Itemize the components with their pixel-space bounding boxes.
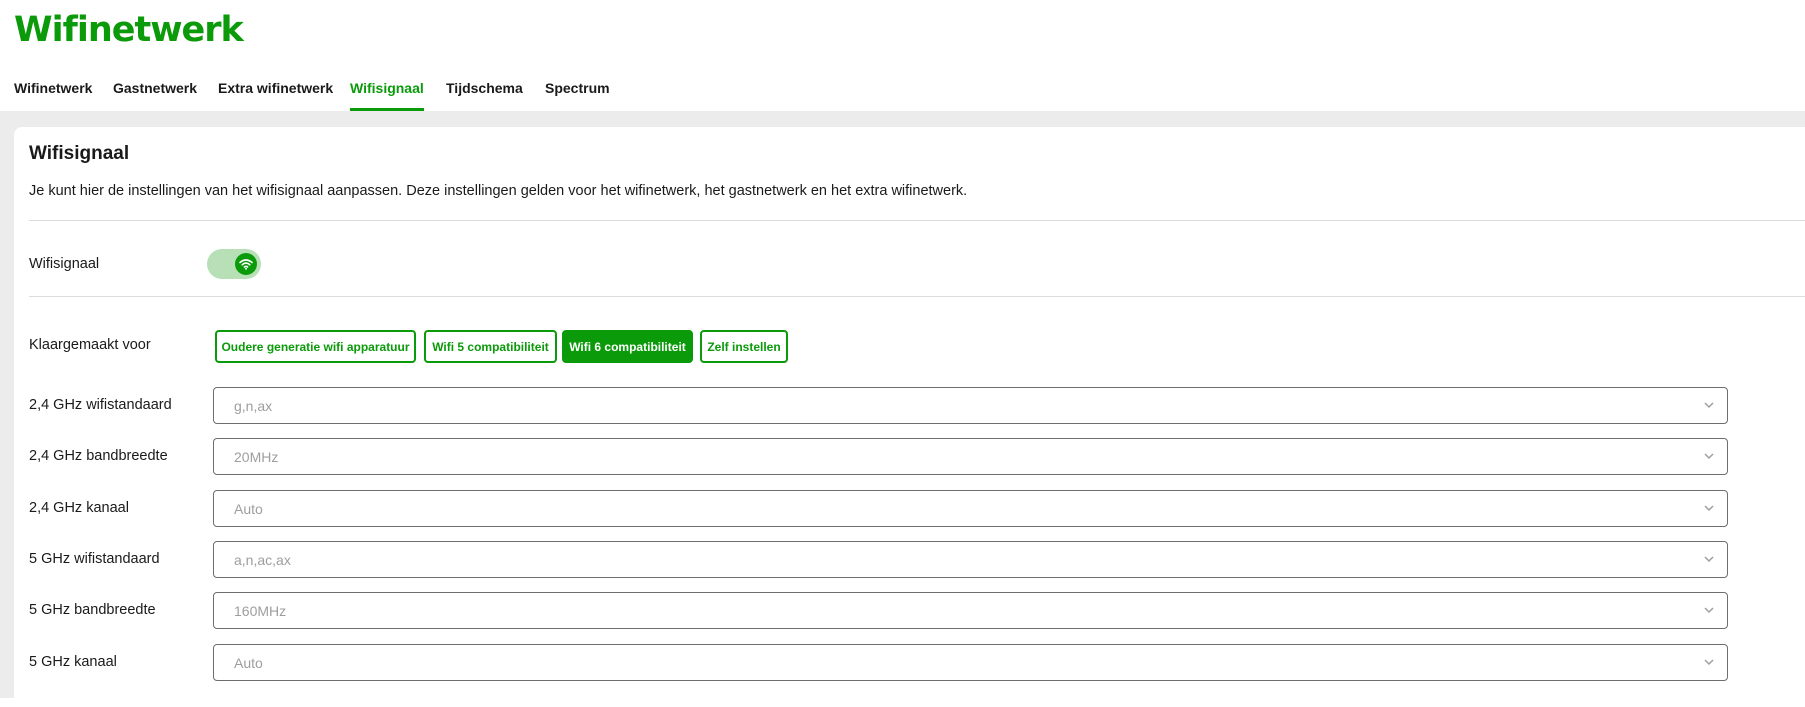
24ghz-channel-select[interactable]: Auto	[213, 490, 1728, 527]
chevron-down-icon	[1704, 607, 1714, 614]
page-title: Wifinetwerk	[14, 10, 244, 50]
setting-label: 5 GHz wifistandaard	[29, 551, 160, 567]
tab-extra-wifinetwerk[interactable]: Extra wifinetwerk	[218, 80, 333, 111]
tab-bar: Wifinetwerk Gastnetwerk Extra wifinetwer…	[0, 72, 1805, 111]
preset-wifi5-button[interactable]: Wifi 5 compatibiliteit	[424, 330, 557, 363]
chevron-down-icon	[1704, 453, 1714, 460]
5ghz-channel-select[interactable]: Auto	[213, 644, 1728, 681]
preset-wifi6-button[interactable]: Wifi 6 compatibiliteit	[562, 330, 693, 363]
5ghz-standard-select[interactable]: a,n,ac,ax	[213, 541, 1728, 578]
wifi-icon	[239, 259, 253, 270]
card-title: Wifisignaal	[29, 143, 130, 164]
select-value: 20MHz	[234, 449, 279, 465]
toggle-knob	[235, 253, 257, 275]
setting-label: 2,4 GHz wifistandaard	[29, 397, 172, 413]
setting-label: 5 GHz kanaal	[29, 654, 117, 670]
wifi-signal-toggle[interactable]	[207, 249, 261, 279]
5ghz-bandwidth-select[interactable]: 160MHz	[213, 592, 1728, 629]
divider	[29, 296, 1805, 297]
chevron-down-icon	[1704, 505, 1714, 512]
preset-custom-button[interactable]: Zelf instellen	[700, 330, 788, 363]
setting-label: 2,4 GHz kanaal	[29, 500, 129, 516]
card-description: Je kunt hier de instellingen van het wif…	[29, 183, 968, 199]
preset-older-generation-button[interactable]: Oudere generatie wifi apparatuur	[215, 330, 416, 363]
wifi-signal-label: Wifisignaal	[29, 256, 100, 272]
24ghz-standard-select[interactable]: g,n,ax	[213, 387, 1728, 424]
chevron-down-icon	[1704, 659, 1714, 666]
tab-tijdschema[interactable]: Tijdschema	[446, 80, 523, 111]
select-value: a,n,ac,ax	[234, 552, 291, 568]
select-value: Auto	[234, 501, 263, 517]
tab-gastnetwerk[interactable]: Gastnetwerk	[113, 80, 197, 111]
setting-label: 2,4 GHz bandbreedte	[29, 448, 168, 464]
select-value: 160MHz	[234, 603, 287, 619]
tab-spectrum[interactable]: Spectrum	[545, 80, 610, 111]
chevron-down-icon	[1704, 556, 1714, 563]
tab-wifisignaal[interactable]: Wifisignaal	[350, 80, 424, 111]
select-value: Auto	[234, 655, 263, 671]
select-value: g,n,ax	[234, 398, 273, 414]
presets-label: Klaargemaakt voor	[29, 337, 151, 353]
header: Wifinetwerk Wifinetwerk Gastnetwerk Extr…	[0, 0, 1805, 111]
tab-wifinetwerk[interactable]: Wifinetwerk	[14, 80, 92, 111]
chevron-down-icon	[1704, 402, 1714, 409]
24ghz-bandwidth-select[interactable]: 20MHz	[213, 438, 1728, 475]
setting-label: 5 GHz bandbreedte	[29, 602, 156, 618]
divider	[29, 220, 1805, 221]
